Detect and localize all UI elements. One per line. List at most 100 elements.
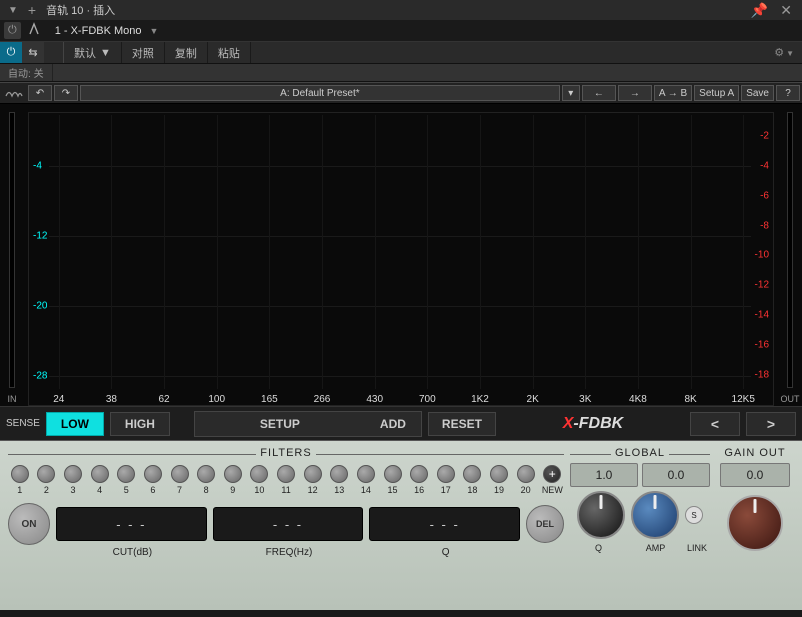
compare-icon[interactable]: ⇆ bbox=[22, 42, 44, 63]
global-q-value[interactable]: 1.0 bbox=[570, 463, 638, 487]
auto-label: 自动: 关 bbox=[0, 64, 53, 81]
filter-slot-number: 1 bbox=[17, 485, 22, 495]
preset-prev-button[interactable]: ← bbox=[582, 85, 616, 101]
filter-slot[interactable]: 8 bbox=[194, 465, 218, 495]
gear-icon[interactable]: ⚙▼ bbox=[766, 46, 802, 59]
window-title: 音轨 10 · 插入 bbox=[42, 2, 115, 18]
spectrum-graph[interactable]: -4-12-20-28-2-4-6-8-10-12-14-16-18243862… bbox=[28, 112, 774, 406]
preset-next-button[interactable]: → bbox=[618, 85, 652, 101]
x-axis-label: 430 bbox=[366, 394, 383, 405]
x-axis-label: 4K8 bbox=[629, 394, 647, 405]
filter-slot[interactable]: 5 bbox=[115, 465, 139, 495]
filter-on-button[interactable]: ON bbox=[8, 503, 50, 545]
filter-slot-number: 12 bbox=[308, 485, 318, 495]
filter-slot[interactable]: 16 bbox=[407, 465, 431, 495]
chevron-down-icon[interactable]: ▼ bbox=[146, 26, 163, 36]
graph-area: IN -4-12-20-28-2-4-6-8-10-12-14-16-18243… bbox=[0, 104, 802, 406]
filters-label: FILTERS bbox=[260, 447, 311, 459]
global-amp-value[interactable]: 0.0 bbox=[642, 463, 710, 487]
gain-block: GAIN OUT 0.0 bbox=[716, 447, 794, 604]
q-label: Q bbox=[367, 547, 524, 558]
filter-slot[interactable]: 1 bbox=[8, 465, 32, 495]
filter-slot[interactable]: 6 bbox=[141, 465, 165, 495]
pin-icon[interactable]: 📌 bbox=[745, 2, 774, 19]
sense-label: SENSE bbox=[6, 418, 40, 429]
filter-slot-number: 4 bbox=[97, 485, 102, 495]
filter-slot[interactable]: 12 bbox=[301, 465, 325, 495]
freq-display[interactable]: - - - bbox=[213, 507, 364, 541]
filter-slot[interactable]: 15 bbox=[381, 465, 405, 495]
filter-slot[interactable]: 11 bbox=[274, 465, 298, 495]
undo-button[interactable]: ↶ bbox=[28, 85, 52, 101]
filter-prev-button[interactable]: < bbox=[690, 412, 740, 436]
filter-slot[interactable]: 10 bbox=[248, 465, 272, 495]
save-button[interactable]: Save bbox=[741, 85, 774, 101]
reset-button[interactable]: RESET bbox=[428, 412, 496, 436]
cut-display[interactable]: - - - bbox=[56, 507, 207, 541]
input-meter-track[interactable] bbox=[9, 112, 15, 388]
filter-slot[interactable]: 4 bbox=[88, 465, 112, 495]
preset-name-display[interactable]: A: Default Preset* bbox=[80, 85, 560, 101]
x-axis-label: 100 bbox=[208, 394, 225, 405]
filter-delete-button[interactable]: DEL bbox=[526, 505, 564, 543]
power-icon[interactable]: ⏻ bbox=[4, 22, 21, 39]
preset-menu-button[interactable]: ▾ bbox=[562, 85, 580, 101]
global-block: GLOBAL 1.0 0.0 S Q AMP LINK bbox=[570, 447, 710, 604]
waves-logo-icon[interactable] bbox=[2, 85, 26, 101]
control-row: SENSE LOW HIGH SETUP ADD RESET X-FDBK < … bbox=[0, 406, 802, 440]
filter-next-button[interactable]: > bbox=[746, 412, 796, 436]
tab-default[interactable]: 默认▼ bbox=[64, 42, 122, 63]
filters-block: FILTERS 1234567891011121314151617181920+… bbox=[8, 447, 564, 604]
add-icon[interactable]: + bbox=[22, 2, 42, 18]
help-button[interactable]: ? bbox=[776, 85, 800, 101]
filter-slot[interactable]: 18 bbox=[461, 465, 485, 495]
q-display[interactable]: - - - bbox=[369, 507, 520, 541]
link-switch[interactable]: S bbox=[685, 506, 703, 524]
filter-slot[interactable]: 9 bbox=[221, 465, 245, 495]
gain-out-knob[interactable] bbox=[727, 495, 783, 551]
filter-slot[interactable]: 3 bbox=[61, 465, 85, 495]
input-meter: IN bbox=[0, 104, 24, 406]
setup-button[interactable]: Setup A bbox=[694, 85, 739, 101]
filter-slot[interactable]: 2 bbox=[35, 465, 59, 495]
y-axis-right-label: -14 bbox=[755, 310, 769, 321]
bypass-button[interactable]: ⏻ bbox=[0, 42, 22, 63]
x-axis-label: 1K2 bbox=[471, 394, 489, 405]
filter-new-button[interactable]: +NEW bbox=[541, 465, 565, 495]
y-axis-left-label: -4 bbox=[33, 160, 42, 171]
filter-slot[interactable]: 17 bbox=[434, 465, 458, 495]
global-q-knob[interactable] bbox=[577, 491, 625, 539]
filter-slot[interactable]: 14 bbox=[354, 465, 378, 495]
chevron-down-icon[interactable]: ▼ bbox=[4, 5, 22, 16]
y-axis-left-label: -12 bbox=[33, 230, 47, 241]
ab-button[interactable]: A → B bbox=[654, 85, 692, 101]
close-icon[interactable]: ✕ bbox=[774, 2, 798, 19]
filter-slot[interactable]: 13 bbox=[328, 465, 352, 495]
x-axis-label: 12K5 bbox=[732, 394, 755, 405]
y-axis-right-label: -12 bbox=[755, 280, 769, 291]
setup-mode-button[interactable]: SETUP bbox=[195, 412, 365, 436]
filter-slot[interactable]: 20 bbox=[514, 465, 538, 495]
sense-high-button[interactable]: HIGH bbox=[110, 412, 170, 436]
plugin-name[interactable]: 1 - X-FDBK Mono bbox=[51, 25, 146, 37]
tab-copy[interactable]: 复制 bbox=[165, 42, 208, 63]
global-amp-knob[interactable] bbox=[631, 491, 679, 539]
x-axis-label: 2K bbox=[527, 394, 539, 405]
gain-out-value[interactable]: 0.0 bbox=[720, 463, 790, 487]
add-mode-button[interactable]: ADD bbox=[365, 412, 421, 436]
sense-low-button[interactable]: LOW bbox=[46, 412, 104, 436]
x-axis-label: 24 bbox=[53, 394, 64, 405]
x-axis-label: 38 bbox=[106, 394, 117, 405]
output-label: OUT bbox=[781, 392, 800, 406]
redo-button[interactable]: ↷ bbox=[54, 85, 78, 101]
filter-slot[interactable]: 7 bbox=[168, 465, 192, 495]
filter-slot-number: 7 bbox=[177, 485, 182, 495]
routing-icon[interactable] bbox=[23, 20, 45, 41]
tab-bar: ⏻ ⇆ 默认▼ 对照 复制 粘贴 ⚙▼ bbox=[0, 42, 802, 64]
filter-slot-number: 14 bbox=[361, 485, 371, 495]
tab-compare[interactable]: 对照 bbox=[122, 42, 165, 63]
tab-paste[interactable]: 粘贴 bbox=[208, 42, 251, 63]
output-meter-track[interactable] bbox=[787, 112, 793, 388]
filter-slot[interactable]: 19 bbox=[487, 465, 511, 495]
input-label: IN bbox=[8, 392, 17, 406]
